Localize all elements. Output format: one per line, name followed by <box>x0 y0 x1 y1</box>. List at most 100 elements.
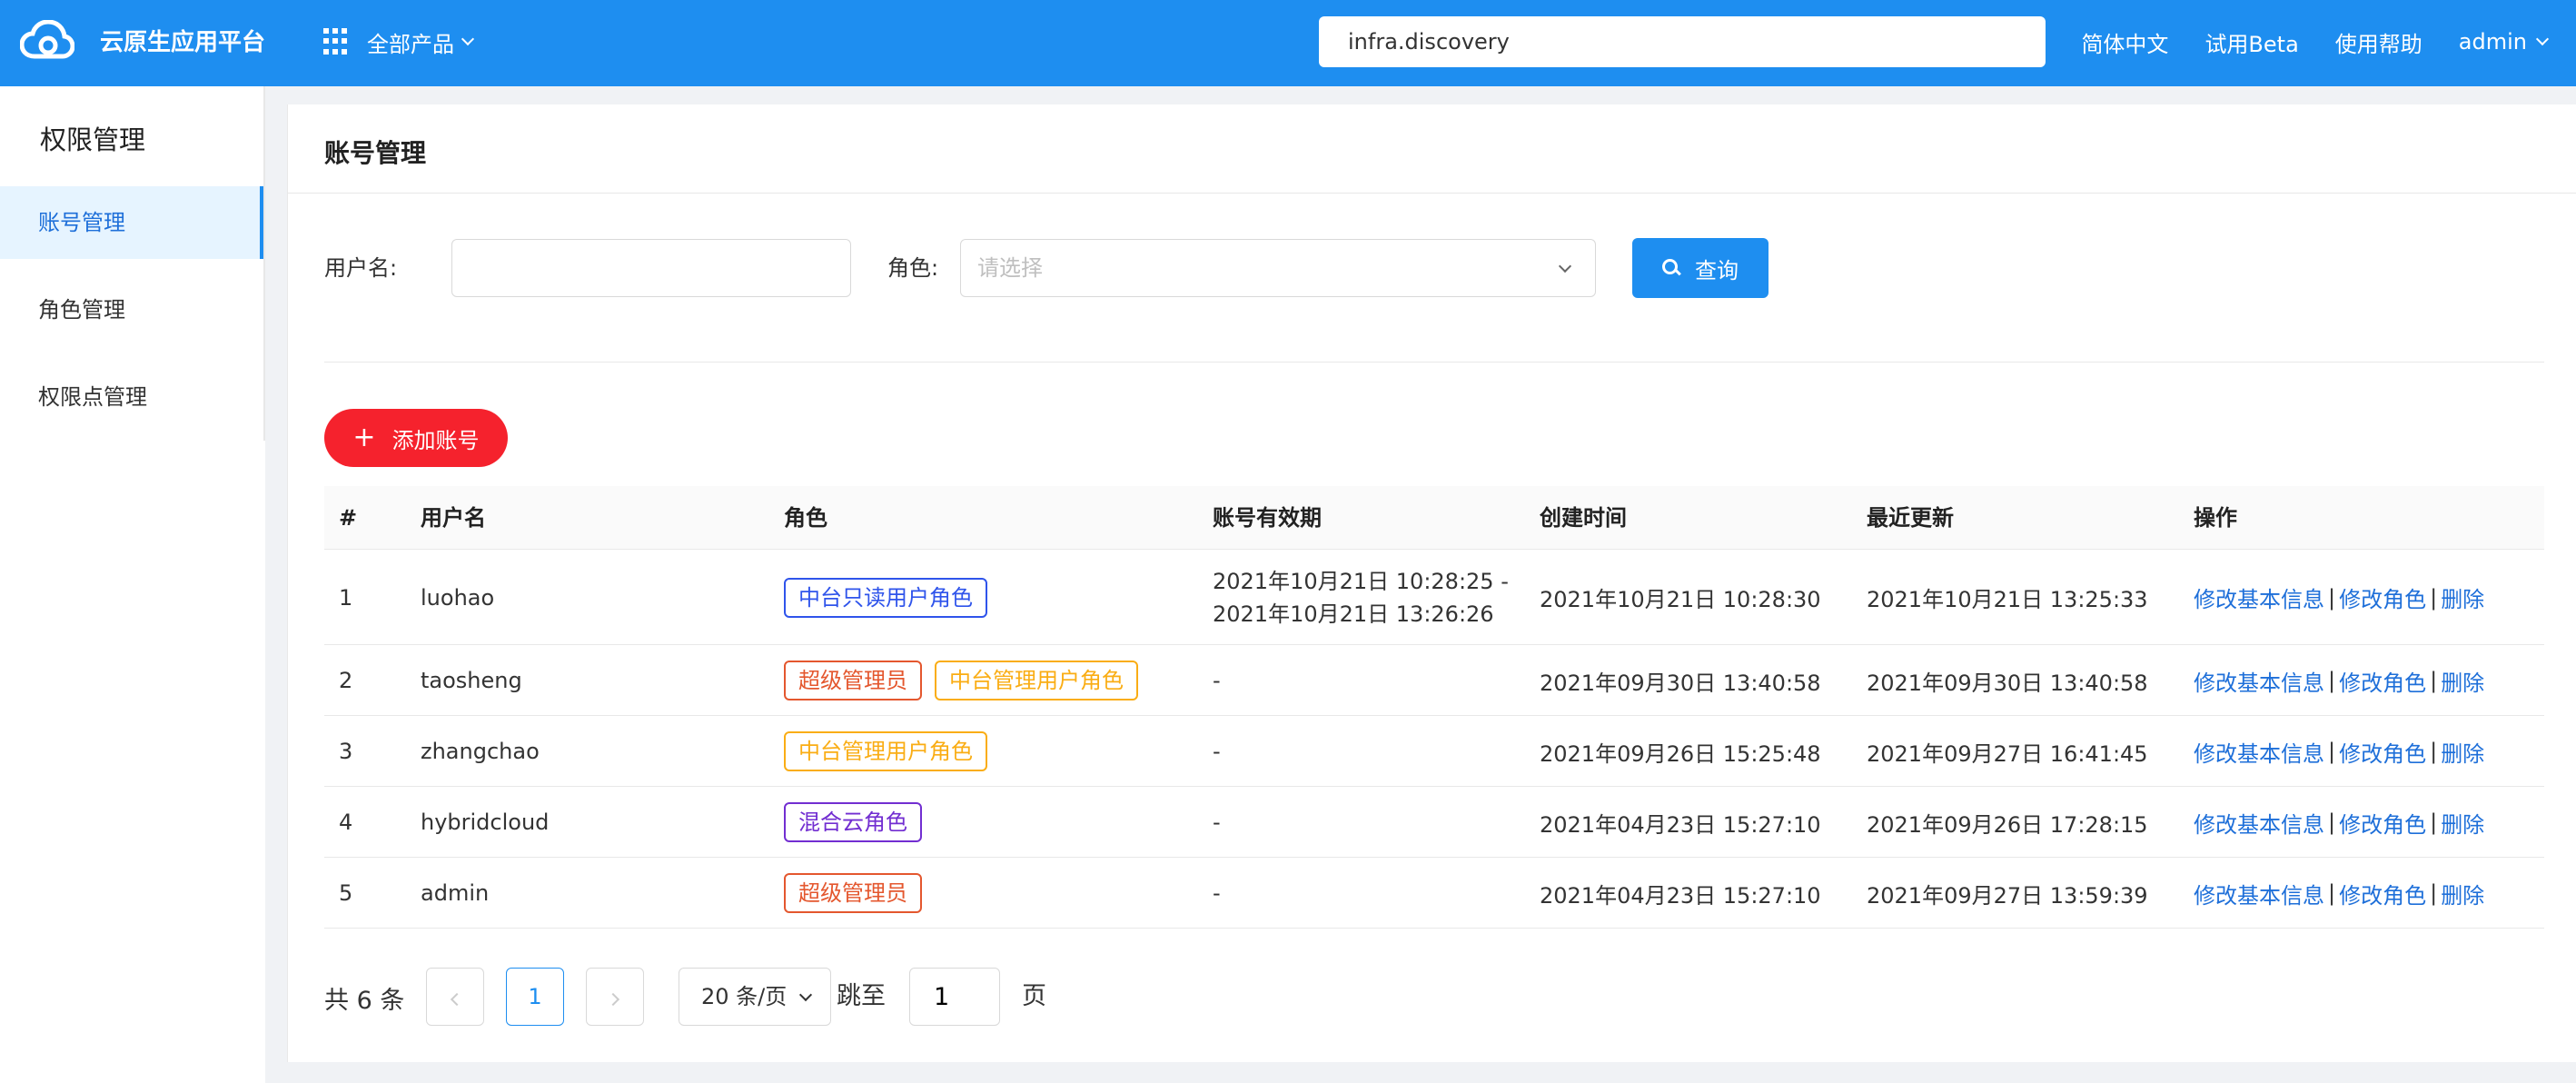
table-row: 5 admin 超级管理员 - 2021年04月23日 15:27:10 2021年09月… <box>324 858 2544 929</box>
action-separator: | <box>2328 810 2336 835</box>
col-role: 角色 <box>784 505 827 531</box>
action-separator: | <box>2328 584 2336 611</box>
top-navbar: 云原生应用平台 全部产品 简体中文 试用Beta 使用帮助 admin <box>0 0 2576 86</box>
add-account-label: 添加账号 <box>391 427 480 453</box>
role-select[interactable]: 请选择 <box>960 239 1596 297</box>
updated-cell: 2021年09月26日 17:28:15 <box>1867 787 2148 858</box>
jump-page-input[interactable] <box>909 968 1000 1026</box>
username-input[interactable] <box>451 239 851 297</box>
pagination-total: 共 6 条 <box>324 987 405 1015</box>
grid-icon <box>323 28 351 55</box>
table-row: 4 hybridcloud 混合云角色 - 2021年04月23日 15:27:10 20… <box>324 787 2544 858</box>
updated-time: 2021年09月27日 16:41:45 <box>1867 740 2148 767</box>
col-validity: 账号有效期 <box>1213 505 1322 531</box>
validity-cell: - <box>1213 787 1221 858</box>
updated-time: 2021年09月27日 13:59:39 <box>1867 882 2148 909</box>
main-panel: 账号管理 用户名: 角色: 请选择 查询 + 添加账号 # 用户名 角色 账号有… <box>287 104 2576 1062</box>
actions-cell: 修改基本信息 | 修改角色 | 删除 <box>2194 716 2484 787</box>
role-tag: 超级管理员 <box>784 873 922 913</box>
prev-page-button[interactable] <box>426 968 484 1026</box>
actions-cell: 修改基本信息 | 修改角色 | 删除 <box>2194 645 2484 716</box>
language-link[interactable]: 简体中文 <box>2081 26 2168 58</box>
validity-text: - <box>1213 810 1221 835</box>
action-separator: | <box>2328 880 2336 906</box>
chevron-down-icon <box>2535 32 2550 46</box>
sidebar-item-roles[interactable]: 角色管理 <box>0 273 265 346</box>
edit-info-link[interactable]: 修改基本信息 <box>2194 581 2324 613</box>
page-title: 账号管理 <box>324 138 427 168</box>
validity-cell: - <box>1213 858 1221 929</box>
chevron-down-icon <box>798 988 813 1002</box>
username-text: luohao <box>421 584 495 611</box>
row-index-cell: 5 <box>339 858 352 929</box>
jump-label: 跳至 <box>837 982 886 1010</box>
updated-time: 2021年10月21日 13:25:33 <box>1867 587 2148 612</box>
edit-role-link[interactable]: 修改角色 <box>2339 581 2426 613</box>
created-time: 2021年09月26日 15:25:48 <box>1540 740 1821 767</box>
delete-link[interactable]: 删除 <box>2441 736 2484 768</box>
col-index: # <box>339 505 358 531</box>
updated-cell: 2021年09月27日 13:59:39 <box>1867 858 2148 929</box>
chevron-right-icon <box>606 992 620 1007</box>
actions-cell: 修改基本信息 | 修改角色 | 删除 <box>2194 550 2484 645</box>
edit-role-link[interactable]: 修改角色 <box>2339 665 2426 697</box>
row-index: 1 <box>339 584 353 611</box>
row-index-cell: 2 <box>339 645 352 716</box>
edit-role-link[interactable]: 修改角色 <box>2339 878 2426 909</box>
beta-link[interactable]: 试用Beta <box>2204 26 2298 58</box>
global-search-input[interactable] <box>1319 16 2046 67</box>
brand-title: 云原生应用平台 <box>100 29 266 56</box>
updated-cell: 2021年09月27日 16:41:45 <box>1867 716 2148 787</box>
delete-link[interactable]: 删除 <box>2441 878 2484 909</box>
cloud-logo-icon[interactable] <box>20 20 74 64</box>
plus-icon: + <box>352 422 376 453</box>
edit-info-link[interactable]: 修改基本信息 <box>2194 807 2324 839</box>
created-time: 2021年10月21日 10:28:30 <box>1540 587 1821 612</box>
page-size-select[interactable]: 20 条/页 <box>679 968 831 1026</box>
sidebar-item-accounts[interactable]: 账号管理 <box>0 186 265 259</box>
edit-role-link[interactable]: 修改角色 <box>2339 807 2426 839</box>
created-time: 2021年04月23日 15:27:10 <box>1540 882 1821 909</box>
user-menu[interactable]: admin <box>2459 29 2550 55</box>
delete-link[interactable]: 删除 <box>2441 807 2484 839</box>
next-page-button[interactable] <box>586 968 644 1026</box>
table-header: # 用户名 角色 账号有效期 创建时间 最近更新 操作 <box>324 486 2544 550</box>
action-separator: | <box>2430 668 2438 693</box>
col-created: 创建时间 <box>1540 505 1627 531</box>
edit-info-link[interactable]: 修改基本信息 <box>2194 878 2324 909</box>
username-text: taosheng <box>421 668 522 693</box>
role-label: 角色: <box>887 255 939 281</box>
edit-info-link[interactable]: 修改基本信息 <box>2194 736 2324 768</box>
role-select-placeholder: 请选择 <box>977 255 1043 281</box>
query-button-label: 查询 <box>1695 257 1739 283</box>
add-account-button[interactable]: + 添加账号 <box>324 409 508 467</box>
action-separator: | <box>2430 880 2438 906</box>
page-button-1[interactable]: 1 <box>506 968 564 1026</box>
updated-cell: 2021年10月21日 13:25:33 <box>1867 550 2148 645</box>
table-row: 3 zhangchao 中台管理用户角色 - 2021年09月26日 15:25:48 2… <box>324 716 2544 787</box>
all-products-menu[interactable]: 全部产品 <box>323 24 475 60</box>
edit-info-link[interactable]: 修改基本信息 <box>2194 665 2324 697</box>
delete-link[interactable]: 删除 <box>2441 581 2484 613</box>
help-link[interactable]: 使用帮助 <box>2335 26 2422 58</box>
row-index-cell: 1 <box>339 550 352 645</box>
username-cell: taosheng <box>421 645 522 716</box>
row-index-cell: 4 <box>339 787 352 858</box>
created-time: 2021年09月30日 13:40:58 <box>1540 670 1821 696</box>
validity-cell: - <box>1213 645 1221 716</box>
header-links: 简体中文 试用Beta 使用帮助 admin <box>2045 24 2550 60</box>
edit-role-link[interactable]: 修改角色 <box>2339 736 2426 768</box>
query-button[interactable]: 查询 <box>1632 238 1769 298</box>
action-separator: | <box>2430 739 2438 764</box>
title-divider <box>288 193 2576 194</box>
sidebar-item-permissions[interactable]: 权限点管理 <box>0 361 265 433</box>
actions-cell: 修改基本信息 | 修改角色 | 删除 <box>2194 858 2484 929</box>
table-row: 2 taosheng 超级管理员 中台管理用户角色 - 2021年09月30日 13:40… <box>324 645 2544 716</box>
updated-time: 2021年09月30日 13:40:58 <box>1867 670 2148 696</box>
delete-link[interactable]: 删除 <box>2441 665 2484 697</box>
table-row: 1 luohao 中台只读用户角色 2021年10月21日 10:28:25 -202… <box>324 550 2544 645</box>
col-username: 用户名 <box>421 505 486 531</box>
col-actions: 操作 <box>2194 505 2237 531</box>
search-icon <box>1662 259 1680 277</box>
page-suffix: 页 <box>1022 982 1046 1010</box>
